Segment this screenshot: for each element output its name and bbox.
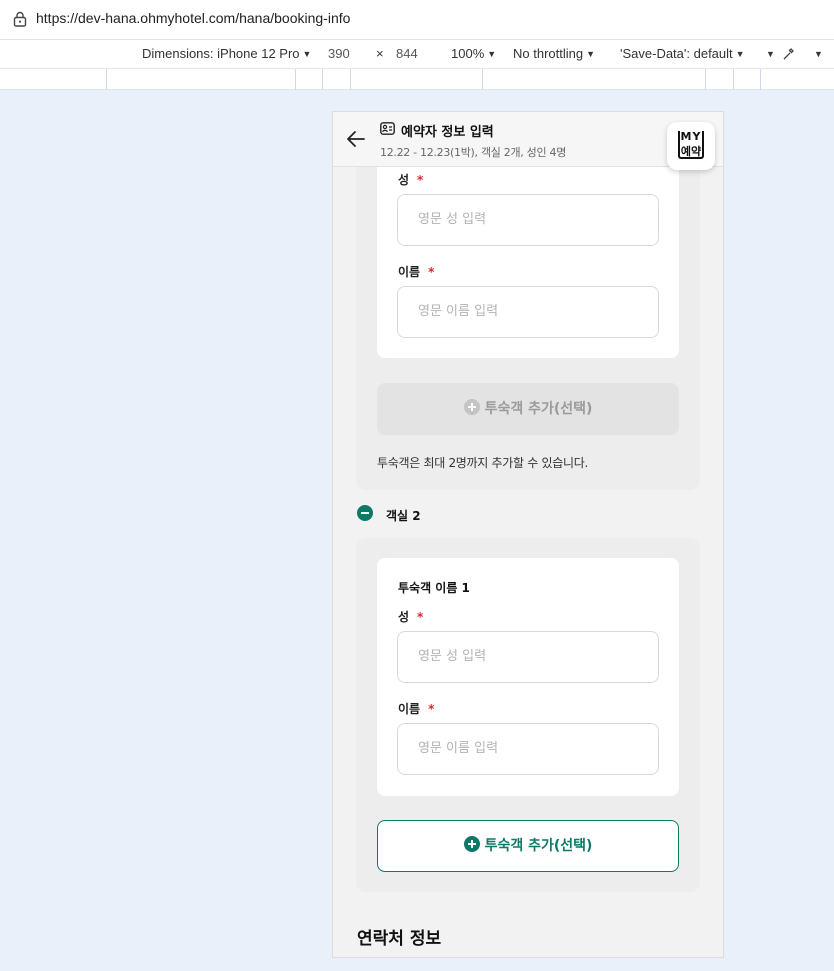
- add-guest-label: 투숙객 추가(선택): [484, 838, 593, 854]
- first-name-input[interactable]: 영문 이름 입력: [397, 286, 659, 338]
- height-input[interactable]: 844: [396, 46, 418, 61]
- caret-down-icon: ▼: [302, 49, 312, 59]
- back-arrow-icon[interactable]: [346, 130, 366, 148]
- browser-address-bar: https://dev-hana.ohmyhotel.com/hana/book…: [0, 0, 834, 40]
- lock-icon: [13, 11, 27, 27]
- plus-circle-icon: [463, 836, 480, 852]
- last-name-label: 성 *: [398, 608, 423, 625]
- device-toolbar: Dimensions: iPhone 12 Pro ▼ 390 × 844 100…: [0, 40, 834, 69]
- last-name-label-text: 성: [398, 610, 410, 624]
- url-text[interactable]: https://dev-hana.ohmyhotel.com/hana/book…: [36, 10, 350, 26]
- required-mark: *: [417, 610, 424, 624]
- room2-title: 객실 2: [386, 509, 421, 523]
- guest-limit-note: 투숙객은 최대 2명까지 추가할 수 있습니다.: [377, 456, 589, 470]
- caret-down-icon: ▼: [735, 49, 745, 59]
- save-data-label: 'Save-Data': default: [620, 46, 733, 61]
- ruler-tick: [295, 69, 296, 90]
- collapse-minus-icon[interactable]: [357, 505, 373, 521]
- device-dimensions-label: Dimensions: iPhone 12 Pro: [142, 46, 300, 61]
- ruler-tick: [322, 69, 323, 90]
- guest-name-title: 투숙객 이름 1: [398, 581, 470, 595]
- first-name-label: 이름 *: [398, 263, 434, 280]
- reservation-label: 예약: [680, 145, 702, 158]
- ruler-tick: [350, 69, 351, 90]
- zoom-label: 100%: [451, 46, 485, 61]
- last-name-input[interactable]: 영문 성 입력: [397, 631, 659, 683]
- save-data-select[interactable]: 'Save-Data': default ▼: [620, 46, 745, 61]
- more-caret-icon[interactable]: ▼: [766, 49, 775, 59]
- ruler-tick: [705, 69, 706, 90]
- add-guest-button-disabled[interactable]: 투숙객 추가(선택): [377, 383, 679, 435]
- throttling-label: No throttling: [513, 46, 584, 61]
- id-card-icon: [380, 122, 395, 135]
- last-name-label-text: 성: [398, 173, 410, 187]
- ruler-tick: [106, 69, 107, 90]
- ruler-tick: [760, 69, 761, 90]
- caret-down-icon: ▼: [586, 49, 596, 59]
- media-query-ruler: [0, 69, 834, 90]
- page-header: 예약자 정보 입력 12.22 - 12.23(1박), 객실 2개, 성인 4…: [333, 112, 723, 167]
- phone-viewport: 예약자 정보 입력 12.22 - 12.23(1박), 객실 2개, 성인 4…: [332, 111, 724, 958]
- contact-section-title: 연락처 정보: [357, 929, 442, 949]
- options-caret-icon[interactable]: ▼: [814, 49, 823, 59]
- booking-summary: 12.22 - 12.23(1박), 객실 2개, 성인 4명: [380, 146, 567, 159]
- first-name-label-text: 이름: [398, 702, 421, 716]
- add-guest-label: 투숙객 추가(선택): [484, 401, 593, 417]
- times-sign: ×: [376, 46, 384, 61]
- eyedropper-icon[interactable]: [782, 47, 795, 61]
- last-name-input[interactable]: 영문 성 입력: [397, 194, 659, 246]
- my-label: MY: [680, 130, 702, 143]
- first-name-input[interactable]: 영문 이름 입력: [397, 723, 659, 775]
- last-name-label: 성 *: [398, 171, 423, 188]
- caret-down-icon: ▼: [487, 49, 497, 59]
- required-mark: *: [428, 702, 435, 716]
- first-name-label-text: 이름: [398, 265, 421, 279]
- required-mark: *: [428, 265, 435, 279]
- ruler-tick: [482, 69, 483, 90]
- width-input[interactable]: 390: [328, 46, 350, 61]
- add-guest-button[interactable]: 투숙객 추가(선택): [377, 820, 679, 872]
- required-mark: *: [417, 173, 424, 187]
- page-title: 예약자 정보 입력: [401, 125, 494, 140]
- first-name-label: 이름 *: [398, 700, 434, 717]
- ruler-tick: [733, 69, 734, 90]
- my-reservation-button[interactable]: MY 예약: [667, 122, 715, 170]
- throttling-select[interactable]: No throttling ▼: [513, 46, 595, 61]
- plus-circle-icon: [463, 399, 480, 415]
- device-dimensions-select[interactable]: Dimensions: iPhone 12 Pro ▼: [142, 46, 311, 61]
- zoom-select[interactable]: 100% ▼: [451, 46, 496, 61]
